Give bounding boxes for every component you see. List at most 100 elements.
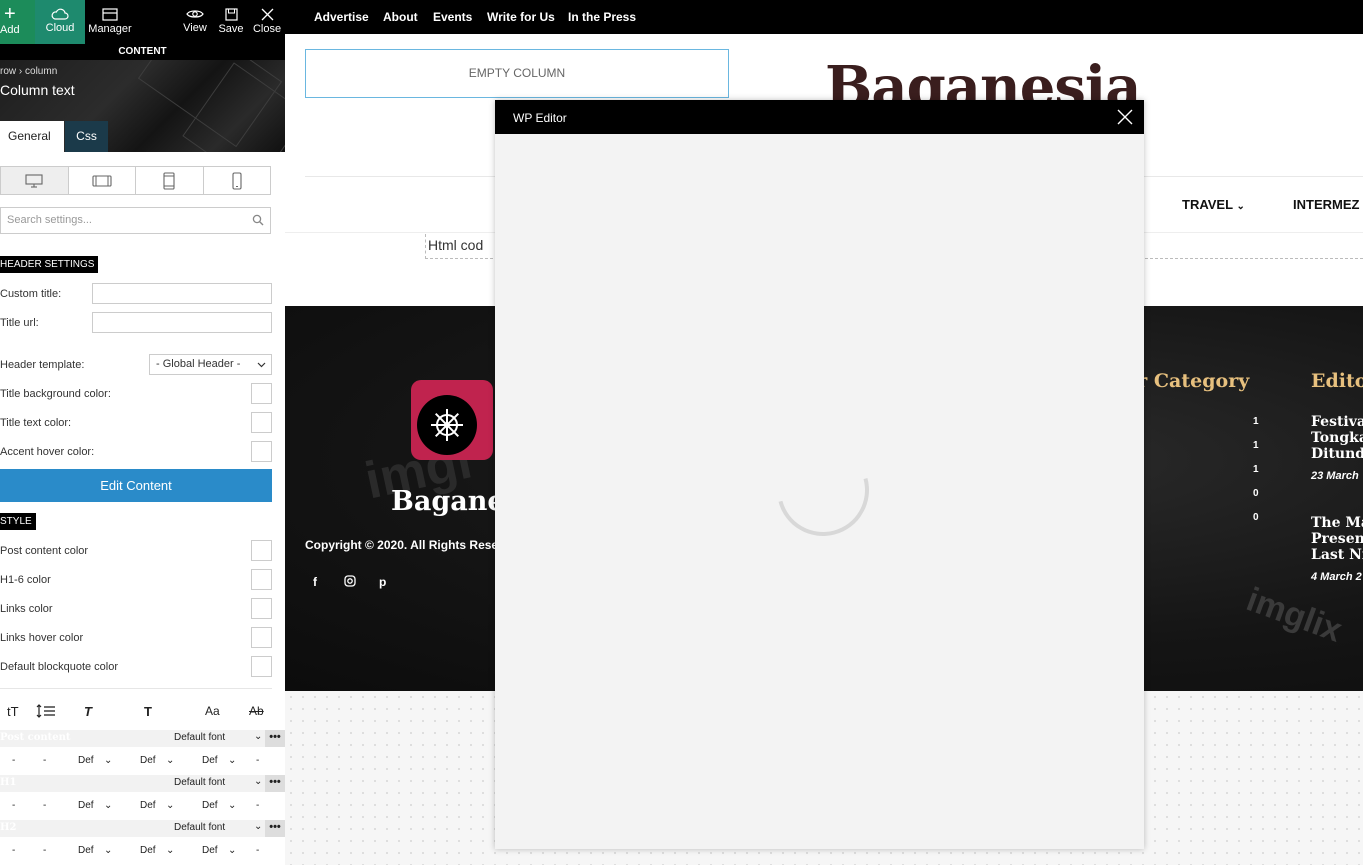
editor-post-title[interactable]: Festival <box>1311 414 1363 430</box>
manager-icon <box>102 8 118 21</box>
watermark: imglix <box>1241 580 1347 650</box>
instagram-icon[interactable] <box>344 575 356 590</box>
ship-wheel-icon <box>417 395 477 455</box>
tab-css[interactable]: Css <box>65 121 108 152</box>
typography-toolbar: tT T T Aa Ab <box>0 704 285 724</box>
blockquote-color-swatch[interactable] <box>251 656 272 677</box>
more-options-button[interactable]: ••• <box>265 820 285 837</box>
top-link-write-for-us[interactable]: Write for Us <box>487 10 555 24</box>
top-link-in-the-press[interactable]: In the Press <box>568 10 636 24</box>
font-weight-value[interactable]: - <box>12 800 15 811</box>
category-count: 1 <box>1253 416 1259 427</box>
top-link-events[interactable]: Events <box>433 10 472 24</box>
view-button[interactable]: View <box>180 0 210 44</box>
line-height-icon[interactable] <box>36 704 56 721</box>
device-tablet-portrait[interactable] <box>136 167 204 194</box>
color-value[interactable]: - <box>256 800 259 811</box>
facebook-icon[interactable]: f <box>313 575 317 589</box>
breadcrumb-row[interactable]: row <box>0 66 16 77</box>
search-settings-input[interactable]: Search settings... <box>0 207 271 234</box>
cloud-button[interactable]: Cloud <box>35 0 85 44</box>
edit-content-button[interactable]: Edit Content <box>0 469 272 502</box>
text-decoration-icon[interactable]: Ab <box>249 704 264 718</box>
editor-post-title[interactable]: The Ma <box>1311 515 1363 531</box>
color-value[interactable]: - <box>256 755 259 766</box>
more-options-button[interactable]: ••• <box>265 775 285 792</box>
more-options-button[interactable]: ••• <box>265 730 285 747</box>
text-transform-select[interactable]: Def <box>202 800 218 811</box>
font-row-h2[interactable]: H2 Default font ⌄ ••• <box>0 820 285 837</box>
plus-icon: + <box>4 3 16 25</box>
line-height-select[interactable]: Def <box>78 755 94 766</box>
manager-button[interactable]: Manager <box>85 0 135 44</box>
device-phone[interactable] <box>204 167 271 194</box>
header-template-select[interactable]: - Global Header - <box>149 354 272 375</box>
device-desktop[interactable] <box>1 167 69 194</box>
tablet-portrait-icon <box>163 171 175 190</box>
letter-spacing-select[interactable]: Def <box>140 800 156 811</box>
editor-post-title[interactable]: Ditunda <box>1311 446 1363 462</box>
view-label: View <box>183 22 207 34</box>
category-count: 0 <box>1253 488 1259 499</box>
top-link-about[interactable]: About <box>383 10 418 24</box>
breadcrumb-column[interactable]: column <box>25 66 57 77</box>
title-url-input[interactable] <box>92 312 272 333</box>
h16-color-swatch[interactable] <box>251 569 272 590</box>
save-button[interactable]: Save <box>216 0 246 44</box>
line-height-select[interactable]: Def <box>78 845 94 856</box>
footer-logo[interactable] <box>411 380 493 460</box>
close-button[interactable]: Close <box>252 0 282 44</box>
accent-hover-color-swatch[interactable] <box>251 441 272 462</box>
links-color-swatch[interactable] <box>251 598 272 619</box>
font-size-value[interactable]: - <box>43 800 46 811</box>
pinterest-icon[interactable]: p <box>379 575 386 589</box>
device-tablet-landscape[interactable] <box>69 167 136 194</box>
text-transform-icon[interactable]: Aa <box>205 704 220 718</box>
text-transform-select[interactable]: Def <box>202 845 218 856</box>
letter-spacing-select[interactable]: Def <box>140 845 156 856</box>
tab-general[interactable]: General <box>0 121 64 152</box>
bold-icon[interactable]: T <box>144 704 152 719</box>
font-row-h1[interactable]: H1 Default font ⌄ ••• <box>0 775 285 792</box>
device-switcher <box>0 166 271 195</box>
top-link-advertise[interactable]: Advertise <box>314 10 369 24</box>
nav-item-label: TRAVEL <box>1182 197 1233 212</box>
post-content-color-swatch[interactable] <box>251 540 272 561</box>
chevron-down-icon: ⌄ <box>104 800 113 811</box>
add-button[interactable]: + Add <box>0 0 35 44</box>
add-label: Add <box>0 24 20 36</box>
italic-icon[interactable]: T <box>84 704 92 719</box>
font-weight-value[interactable]: - <box>12 755 15 766</box>
empty-column[interactable]: EMPTY COLUMN <box>305 49 729 98</box>
floppy-icon <box>224 8 238 21</box>
font-settings-row: - - Def ⌄ Def ⌄ Def ⌄ - <box>0 845 285 862</box>
editor-post-title[interactable]: Present <box>1311 531 1363 547</box>
font-row-value: Default font <box>174 822 226 833</box>
font-size-icon[interactable]: tT <box>7 704 19 719</box>
editor-post-title[interactable]: Tongka <box>1311 430 1363 446</box>
font-settings-row: - - Def ⌄ Def ⌄ Def ⌄ - <box>0 755 285 772</box>
links-hover-color-swatch[interactable] <box>251 627 272 648</box>
phone-icon <box>232 171 242 190</box>
letter-spacing-select[interactable]: Def <box>140 755 156 766</box>
font-row-post-content[interactable]: Post content Default font ⌄ ••• <box>0 730 285 747</box>
close-icon[interactable] <box>1116 108 1134 126</box>
font-size-value[interactable]: - <box>43 755 46 766</box>
editor-post-title[interactable]: Last Nig <box>1311 547 1363 563</box>
title-bg-color-label: Title background color: <box>0 388 111 400</box>
nav-item-intermezzo[interactable]: INTERMEZ <box>1293 197 1359 212</box>
cloud-label: Cloud <box>45 22 75 34</box>
category-count: 1 <box>1253 464 1259 475</box>
custom-title-input[interactable] <box>92 283 272 304</box>
line-height-select[interactable]: Def <box>78 800 94 811</box>
color-value[interactable]: - <box>256 845 259 856</box>
text-transform-select[interactable]: Def <box>202 755 218 766</box>
category-count: 0 <box>1253 512 1259 523</box>
title-text-color-swatch[interactable] <box>251 412 272 433</box>
title-bg-color-swatch[interactable] <box>251 383 272 404</box>
nav-item-travel[interactable]: TRAVEL ⌄ <box>1182 197 1245 212</box>
accent-hover-color-label: Accent hover color: <box>0 446 95 458</box>
style-badge: STYLE <box>0 513 36 530</box>
font-weight-value[interactable]: - <box>12 845 15 856</box>
font-size-value[interactable]: - <box>43 845 46 856</box>
